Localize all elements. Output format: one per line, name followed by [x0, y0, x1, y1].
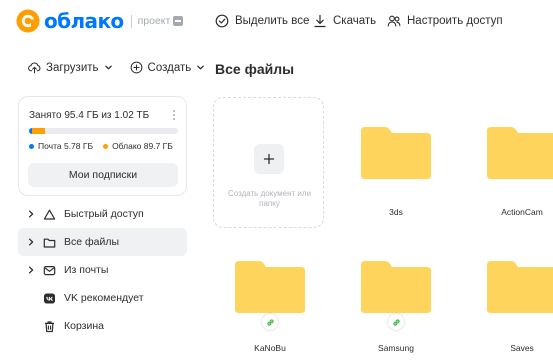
select-all-label: Выделить все — [235, 15, 310, 27]
chevron-right-icon[interactable] — [27, 238, 35, 246]
folder-icon — [235, 261, 305, 313]
logo[interactable]: облако проект — [16, 7, 184, 35]
sidebar-item-mail[interactable]: Из почты — [18, 256, 187, 284]
more-options-icon[interactable] — [172, 109, 176, 121]
sidebar-item-folder[interactable]: Все файлы — [18, 228, 187, 256]
shared-link-badge[interactable] — [388, 314, 404, 330]
my-subscriptions-button[interactable]: Мои подписки — [28, 163, 178, 187]
folder-name: ActionCam — [501, 207, 543, 217]
folder-icon — [361, 261, 431, 313]
folder-item[interactable] — [361, 257, 431, 313]
cloud-logo-icon — [16, 9, 40, 33]
mail-usage-label: Почта 5.78 ГБ — [38, 141, 94, 151]
page-title: Все файлы — [215, 61, 295, 77]
sidebar-item-label: Быстрый доступ — [64, 208, 144, 220]
link-icon — [392, 318, 400, 326]
folder-name: KaNoBu — [254, 343, 286, 353]
folder-icon — [361, 127, 431, 179]
access-settings-button[interactable]: Настроить доступ — [387, 11, 503, 31]
create-document-tile[interactable]: Создать документ или папку — [213, 97, 324, 228]
project-badge-icon — [173, 16, 184, 26]
storage-used-label: Занято 95.4 ГБ из 1.02 ТБ — [29, 110, 150, 121]
download-label: Скачать — [333, 15, 377, 27]
mail-icon — [43, 265, 56, 275]
vk-icon — [44, 293, 55, 303]
sidebar-item-label: VK рекомендует — [64, 292, 144, 304]
storage-legend: Почта 5.78 ГБ Облако 89.7 ГБ — [29, 141, 183, 151]
users-icon — [387, 15, 401, 27]
folder-icon — [43, 238, 56, 248]
sidebar-item-label: Из почты — [64, 264, 109, 276]
folder-icon — [487, 127, 553, 179]
sidebar-item-trash[interactable]: Корзина — [18, 312, 187, 340]
cloud-dot-icon — [103, 143, 109, 149]
upload-button[interactable]: Загрузить — [28, 61, 113, 74]
folder-item[interactable] — [487, 257, 553, 313]
storage-progress-bar — [29, 128, 178, 134]
legend-mail: Почта 5.78 ГБ — [29, 141, 93, 151]
chevron-right-icon[interactable] — [27, 266, 35, 274]
download-icon — [314, 14, 326, 28]
trash-icon — [45, 320, 54, 332]
chevron-down-icon — [197, 65, 205, 70]
select-all-button[interactable]: Выделить все — [215, 11, 309, 31]
plus-circle-icon — [130, 61, 142, 74]
download-button[interactable]: Скачать — [313, 11, 376, 31]
sidebar-item-triangle[interactable]: Быстрый доступ — [18, 200, 187, 228]
sidebar-item-label: Корзина — [64, 320, 104, 332]
sidebar-actions: Загрузить Создать — [28, 61, 205, 74]
sidebar-item-label: Все файлы — [64, 236, 120, 248]
folder-name: 3ds — [389, 207, 403, 217]
folder-name: Saves — [510, 343, 534, 353]
link-icon — [266, 318, 274, 326]
cloud-usage-segment — [32, 128, 45, 134]
folder-item[interactable] — [235, 257, 305, 313]
sidebar-nav: Быстрый доступ Все файлы Из почты VK рекоме… — [18, 200, 187, 340]
folder-item[interactable] — [361, 123, 431, 179]
folder-icon — [487, 261, 553, 313]
create-label: Создать — [147, 61, 192, 74]
shared-link-badge[interactable] — [262, 314, 278, 330]
sidebar-item-vk[interactable]: VK рекомендует — [18, 284, 187, 312]
triangle-icon — [43, 209, 56, 220]
plus-glyph-icon — [263, 153, 275, 165]
mail-dot-icon — [29, 143, 34, 149]
folder-item[interactable] — [487, 123, 553, 179]
create-tile-label: Создать документ или папку — [227, 189, 312, 208]
cloud-usage-label: Облако 89.7 ГБ — [112, 141, 173, 151]
divider — [130, 14, 132, 28]
check-circle-icon — [215, 14, 229, 28]
chevron-down-icon — [104, 65, 112, 70]
upload-icon — [28, 62, 41, 74]
create-button[interactable]: Создать — [130, 61, 206, 74]
legend-cloud: Облако 89.7 ГБ — [103, 141, 173, 151]
access-settings-label: Настроить доступ — [407, 15, 503, 27]
chevron-right-icon[interactable] — [27, 210, 35, 218]
upload-label: Загрузить — [46, 61, 99, 74]
storage-card: Занято 95.4 ГБ из 1.02 ТБ Почта 5.78 ГБ … — [18, 96, 187, 196]
folder-name: Samsung — [378, 343, 414, 353]
brand-name: облако — [44, 9, 124, 33]
brand-subtitle: проект — [137, 15, 171, 27]
plus-icon — [254, 144, 284, 174]
